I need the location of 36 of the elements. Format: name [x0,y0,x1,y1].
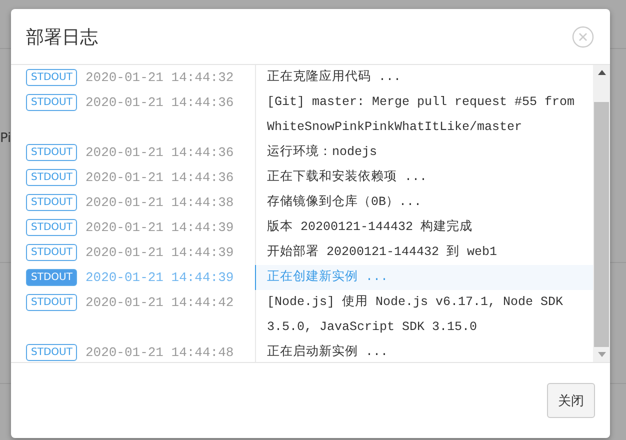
stream-tag: STDOUT [26,269,78,286]
log-message: 版本 20200121-144432 构建完成 [266,218,474,236]
stream-tag: STDOUT [26,194,78,211]
log-message: 正在启动新实例 ... [266,344,390,361]
log-message: 正在下载和安装依赖项 ... [266,168,428,186]
timestamp: 2020-01-21 14:44:39 [85,219,234,236]
timestamp: 2020-01-21 14:44:39 [85,244,234,261]
timestamp: 2020-01-21 14:44:36 [85,144,234,161]
stream-tag: STDOUT [26,169,78,186]
log-message: 正在克隆应用代码 ... [266,68,402,86]
timestamp: 2020-01-21 14:44:36 [85,94,234,111]
close-button[interactable]: 关闭 [547,383,595,418]
timestamp: 2020-01-21 14:44:48 [85,344,234,361]
log-message: 开始部署 20200121-144432 到 web1 [266,244,498,261]
stream-tag: STDOUT [26,94,78,111]
stream-tag: STDOUT [26,219,78,236]
log-message: [Git] master: Merge pull request #55 from WhiteSnowPinkPinkWhatItLike/master [266,94,576,136]
timestamp: 2020-01-21 14:44:38 [85,194,234,211]
timestamp: 2020-01-21 14:44:36 [85,169,234,186]
stream-tag: STDOUT [26,294,78,311]
log-message: [Node.js] 使用 Node.js v6.17.1, Node SDK 3.5.0, JavaScript SDK 3.15.0 [266,294,564,336]
scrollbar[interactable] [593,65,610,362]
log-message: 运行环境：nodejs [266,144,378,161]
stream-tag: STDOUT [26,244,78,261]
timestamp: 2020-01-21 14:44:32 [85,69,234,86]
stream-tag: STDOUT [26,344,78,361]
timestamp: 2020-01-21 14:44:39 [85,269,234,286]
stream-tag: STDOUT [26,69,78,86]
scroll-up-icon[interactable] [598,70,606,75]
log-message: 存储镜像到仓库（0B）... [266,194,423,211]
stream-tag: STDOUT [26,144,78,161]
scroll-down-icon[interactable] [598,352,606,357]
background-text: Pi [0,131,12,146]
timestamp: 2020-01-21 14:44:42 [85,294,234,311]
close-icon[interactable] [572,26,594,48]
dialog-title: 部署日志 [26,26,98,48]
